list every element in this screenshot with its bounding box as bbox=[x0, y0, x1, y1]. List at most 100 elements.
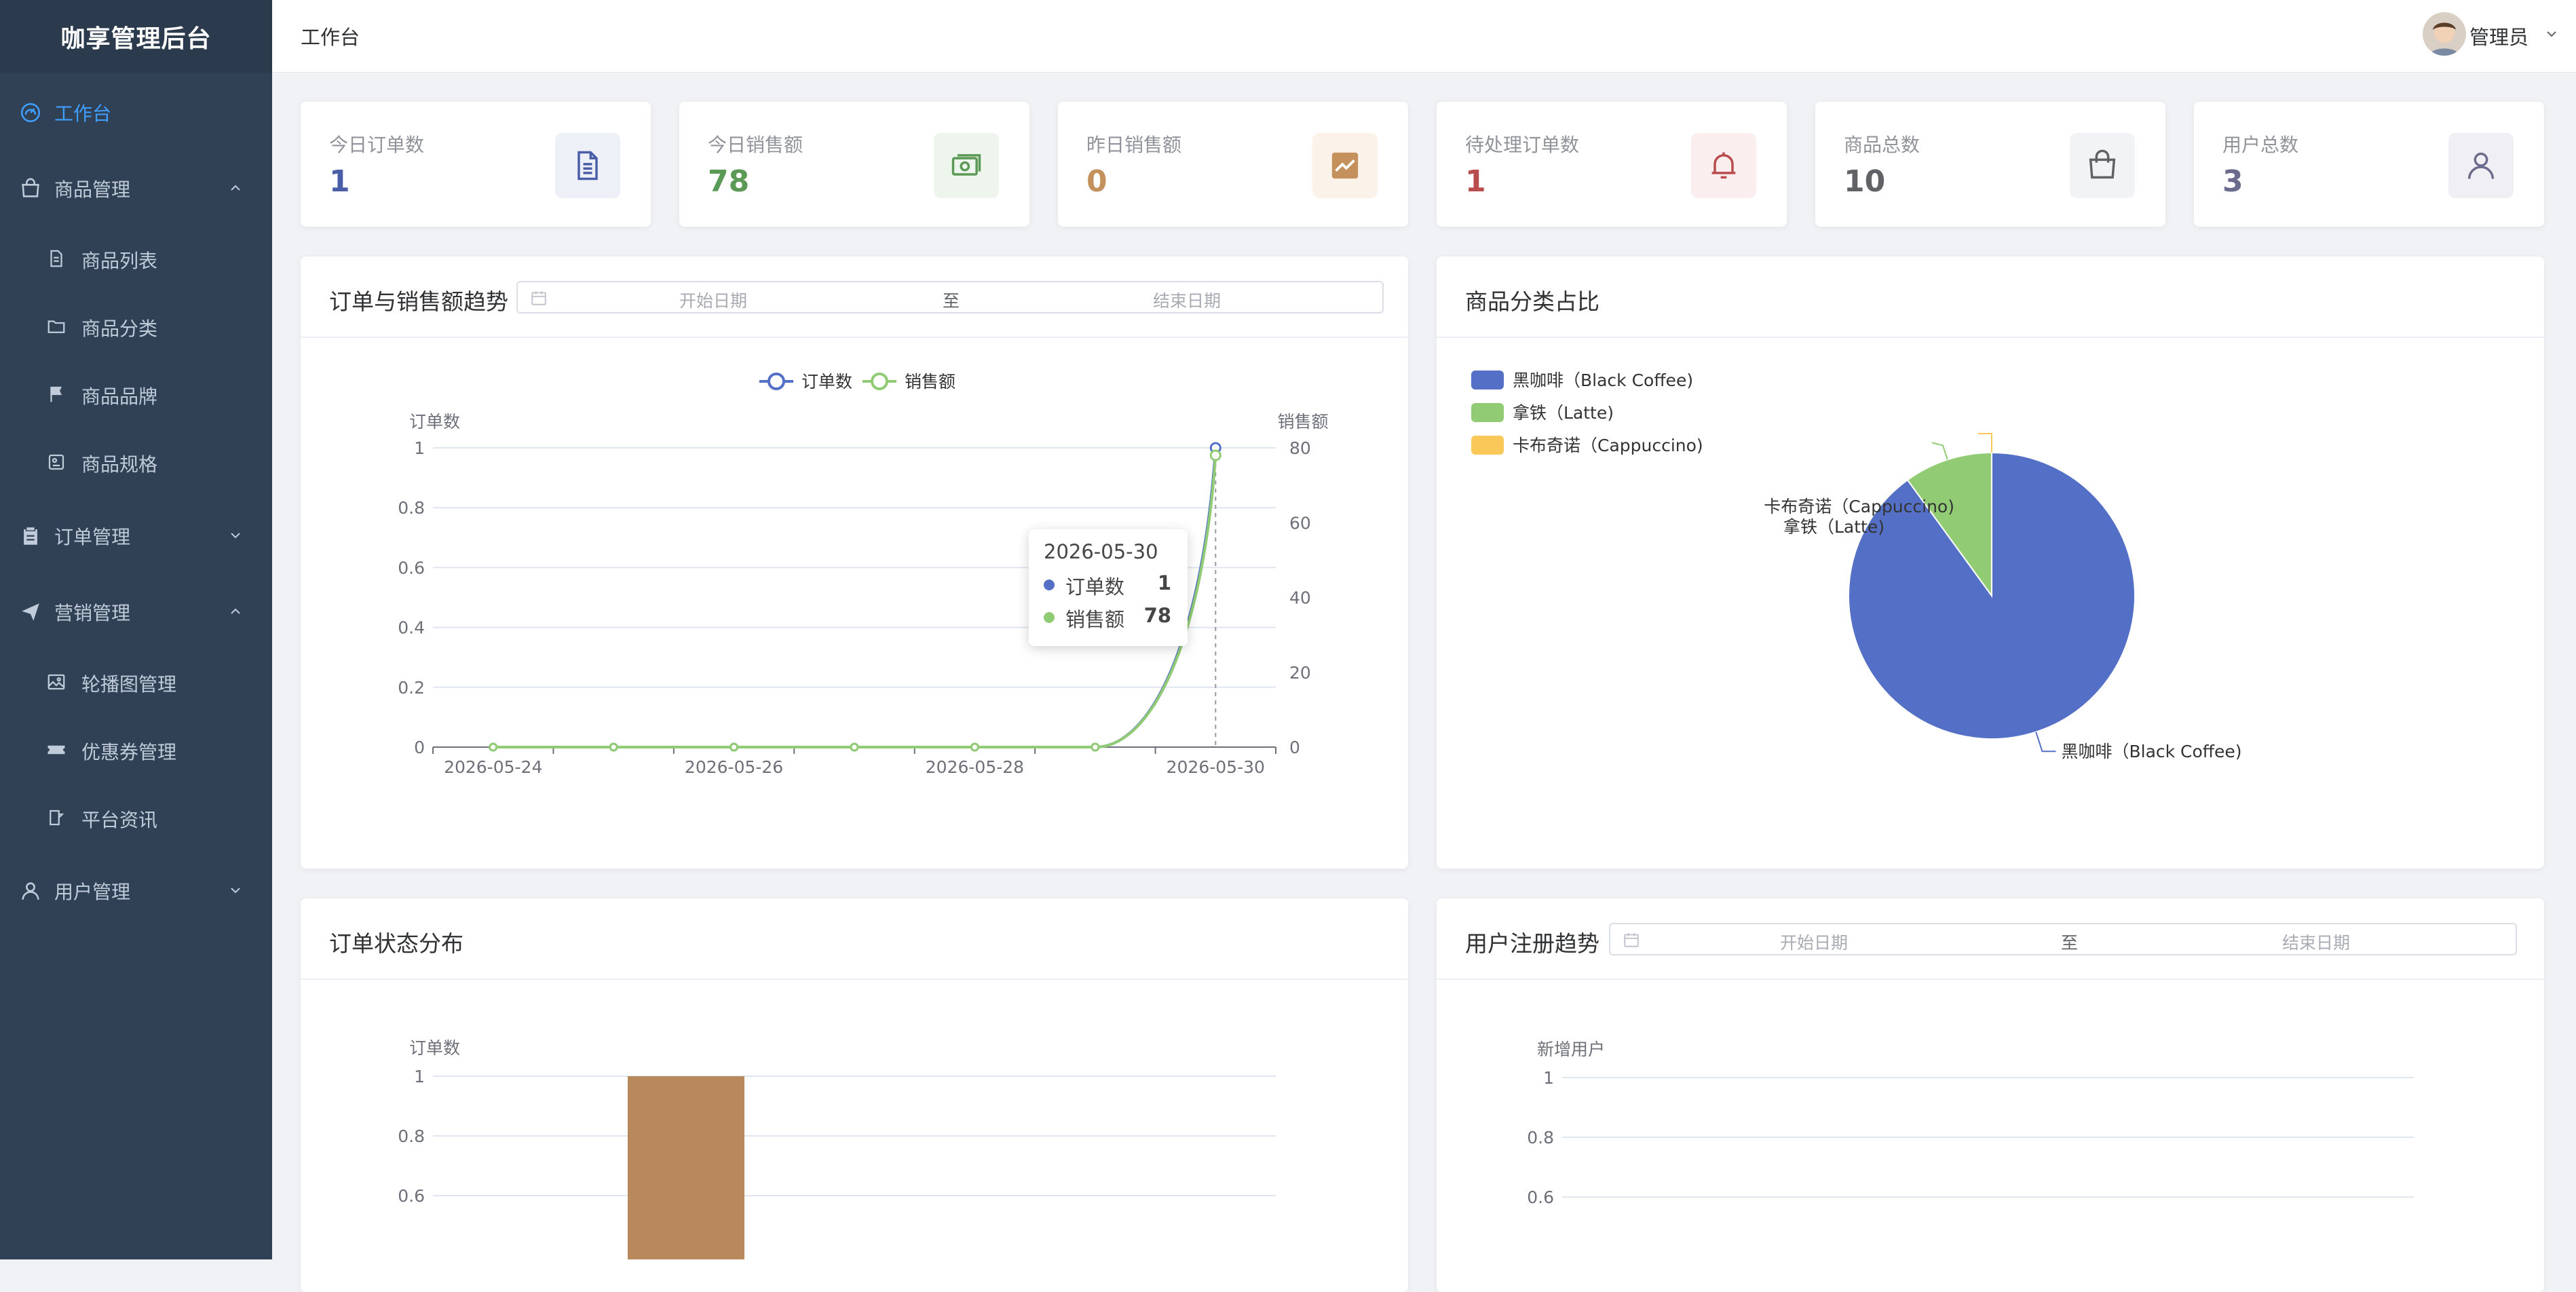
calendar-icon bbox=[1624, 933, 1639, 947]
x-tick-label: 2026-05-30 bbox=[1167, 757, 1265, 777]
chart-tooltip: 2026-05-30 订单数 1 销售额 78 bbox=[1029, 529, 1188, 646]
data-point bbox=[609, 742, 618, 752]
category-pie-chart[interactable]: 黑咖啡（Black Coffee)拿铁（Latte)卡布奇诺（Cappuccin… bbox=[1437, 338, 2544, 869]
user-register-panel: 用户注册趋势 开始日期 至 结束日期 新增用户 0.6 0.8 1 bbox=[1437, 898, 2544, 1292]
user-register-line-chart[interactable]: 新增用户 0.6 0.8 1 bbox=[1437, 980, 2544, 1259]
stat-card-total-users: 用户总数 3 bbox=[2194, 102, 2544, 227]
sidebar-item-product-category[interactable]: 商品分类 bbox=[0, 297, 272, 358]
y-right-tick-label: 0 bbox=[1289, 738, 1300, 757]
stat-title: 昨日销售额 bbox=[1086, 134, 1182, 156]
money-icon bbox=[934, 133, 999, 198]
slice-label: 黑咖啡（Black Coffee) bbox=[2061, 742, 2241, 761]
date-separator: 至 bbox=[2061, 933, 2079, 953]
sidebar-item-product-brand[interactable]: 商品品牌 bbox=[0, 365, 272, 426]
avatar[interactable] bbox=[2423, 12, 2466, 56]
x-tick-label: 2026-05-26 bbox=[685, 757, 783, 777]
order-status-bar-chart[interactable]: 订单数 0.6 0.8 1 bbox=[301, 980, 1408, 1259]
tooltip-series-name: 订单数 bbox=[1065, 575, 1125, 598]
slice-label: 拿铁（Latte) bbox=[1783, 517, 1884, 537]
y-right-axis-label: 销售额 bbox=[1277, 412, 1328, 432]
sidebar-item-marketing[interactable]: 营销管理 bbox=[0, 582, 272, 643]
sidebar-item-label: 用户管理 bbox=[54, 881, 131, 903]
trend-panel: 订单与销售额趋势 开始日期 至 结束日期 0 0.2 0.4 0.6 0.8 1 0 20 40… bbox=[301, 256, 1408, 869]
sidebar-item-product-spec[interactable]: 商品规格 bbox=[0, 433, 272, 494]
sidebar-item-product-list[interactable]: 商品列表 bbox=[0, 229, 272, 290]
y-right-tick-label: 60 bbox=[1289, 513, 1311, 533]
y-tick-label: 0.8 bbox=[398, 1126, 425, 1146]
spec-icon bbox=[46, 452, 69, 475]
data-point bbox=[850, 742, 859, 752]
data-point bbox=[730, 742, 739, 752]
panel-title: 订单状态分布 bbox=[329, 930, 463, 957]
y-tick-label: 0 bbox=[414, 738, 425, 757]
label-leader-line bbox=[2035, 732, 2056, 753]
y-tick-label: 1 bbox=[414, 438, 425, 458]
stat-value: 0 bbox=[1086, 164, 1107, 199]
y-tick-label: 0.6 bbox=[398, 558, 425, 577]
stat-card-today-orders: 今日订单数 1 bbox=[301, 102, 651, 227]
date-range-picker[interactable]: 开始日期 至 结束日期 bbox=[516, 281, 1384, 314]
stat-title: 今日销售额 bbox=[708, 134, 803, 156]
tooltip-marker bbox=[1044, 612, 1055, 623]
user-icon bbox=[2448, 133, 2514, 198]
stat-title: 今日订单数 bbox=[329, 134, 425, 156]
date-range-picker[interactable]: 开始日期 至 结束日期 bbox=[1609, 923, 2517, 955]
y-axis-label: 订单数 bbox=[409, 412, 460, 432]
document-icon bbox=[555, 133, 620, 198]
legend-marker bbox=[871, 373, 888, 390]
stat-card-yesterday-sales: 昨日销售额 0 bbox=[1058, 102, 1408, 227]
slice-label: 卡布奇诺（Cappuccino) bbox=[1764, 497, 1954, 516]
y-tick-label: 0.6 bbox=[398, 1186, 425, 1206]
date-start-input[interactable]: 开始日期 bbox=[1780, 930, 1848, 954]
date-end-input[interactable]: 结束日期 bbox=[1153, 288, 1221, 312]
category-panel: 商品分类占比 黑咖啡（Black Coffee) 拿铁（Latte) 卡布奇诺（Ca… bbox=[1437, 256, 2544, 869]
sidebar-item-label: 轮播图管理 bbox=[81, 673, 177, 696]
sidebar-item-orders[interactable]: 订单管理 bbox=[0, 506, 272, 567]
trend-icon bbox=[1312, 133, 1378, 198]
panel-title: 用户注册趋势 bbox=[1465, 930, 1599, 957]
date-separator: 至 bbox=[943, 291, 960, 311]
legend-label: 订单数 bbox=[801, 372, 852, 392]
stat-title: 用户总数 bbox=[2222, 134, 2299, 156]
sidebar-item-label: 商品管理 bbox=[54, 178, 131, 201]
date-end-input[interactable]: 结束日期 bbox=[2282, 930, 2350, 954]
data-point bbox=[970, 742, 979, 752]
legend-label: 拿铁（Latte) bbox=[1513, 403, 1614, 423]
bell-icon bbox=[1691, 133, 1756, 198]
flag-icon bbox=[46, 384, 69, 407]
sidebar-item-banner[interactable]: 轮播图管理 bbox=[0, 653, 272, 714]
sidebar-item-coupon[interactable]: 优惠券管理 bbox=[0, 721, 272, 782]
dashboard-icon bbox=[19, 101, 42, 124]
tooltip-marker bbox=[1044, 580, 1055, 590]
stat-value: 3 bbox=[2222, 164, 2243, 199]
y-right-tick-label: 20 bbox=[1289, 663, 1311, 683]
legend-swatch bbox=[1471, 403, 1504, 422]
y-tick-label: 1 bbox=[1543, 1068, 1554, 1088]
user-icon bbox=[19, 879, 42, 902]
sidebar-item-products[interactable]: 商品管理 bbox=[0, 158, 272, 219]
legend-swatch bbox=[1471, 370, 1504, 390]
sidebar-item-label: 工作台 bbox=[54, 102, 112, 125]
label-leader-line bbox=[1978, 433, 1992, 453]
sidebar-item-dashboard[interactable]: 工作台 bbox=[0, 82, 272, 143]
trend-line-chart[interactable]: 00.20.40.60.81020406080订单数 销售额2026-05-24 2… bbox=[301, 338, 1408, 869]
calendar-icon bbox=[531, 291, 546, 305]
stat-card-total-products: 商品总数 10 bbox=[1815, 102, 2165, 227]
chevron-down-icon[interactable] bbox=[2543, 26, 2560, 42]
date-start-input[interactable]: 开始日期 bbox=[679, 288, 747, 312]
send-icon bbox=[19, 601, 42, 624]
breadcrumb: 工作台 bbox=[301, 26, 360, 49]
stat-title: 待处理订单数 bbox=[1465, 134, 1580, 156]
tooltip-series-value: 1 bbox=[1157, 571, 1171, 594]
sidebar-item-news[interactable]: 平台资讯 bbox=[0, 788, 272, 850]
sidebar-item-users[interactable]: 用户管理 bbox=[0, 860, 272, 922]
y-right-tick-label: 40 bbox=[1289, 588, 1311, 608]
news-icon bbox=[46, 808, 69, 831]
chevron-down-icon bbox=[231, 533, 240, 539]
y-tick-label: 0.4 bbox=[398, 618, 425, 638]
y-tick-label: 0.2 bbox=[398, 678, 425, 698]
order-status-panel: 订单状态分布 订单数 0.6 0.8 1 bbox=[301, 898, 1408, 1292]
tooltip-series-name: 销售额 bbox=[1065, 608, 1125, 631]
x-tick-label: 2026-05-28 bbox=[926, 757, 1024, 777]
username[interactable]: 管理员 bbox=[2469, 22, 2528, 50]
